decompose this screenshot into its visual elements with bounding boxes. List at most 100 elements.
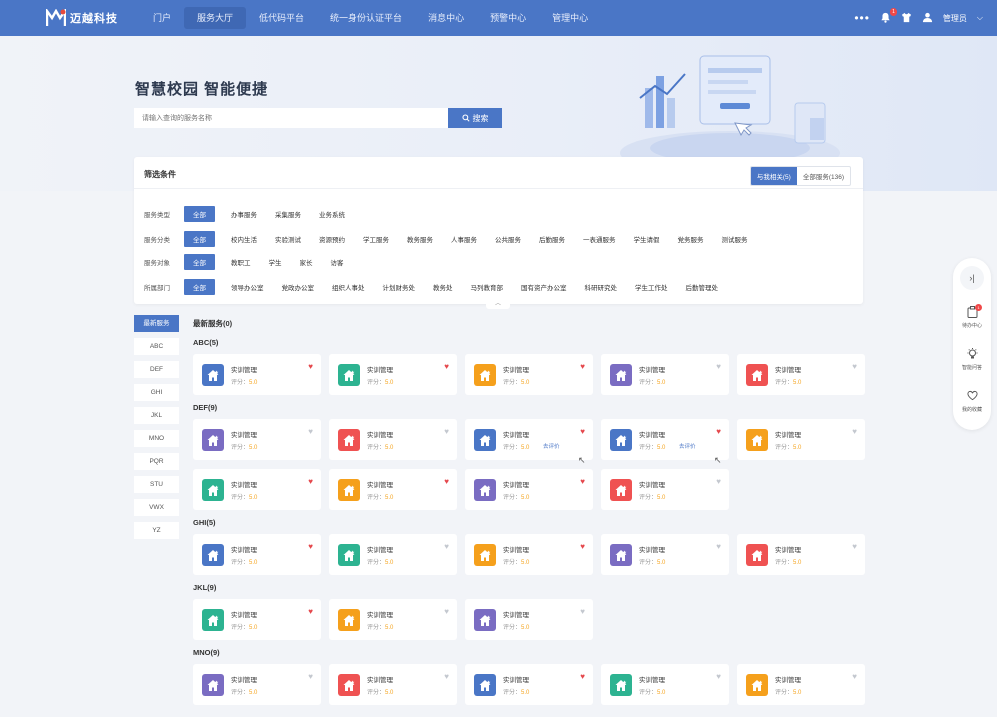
filter-option[interactable]: 马列教育部: [471, 282, 504, 292]
filter-option[interactable]: 访客: [331, 257, 344, 267]
letter-index-item[interactable]: GHI: [134, 384, 179, 401]
filter-option[interactable]: 后勤管理处: [686, 282, 719, 292]
service-card[interactable]: 实训管理 评分：5.0 ♥: [329, 469, 457, 510]
favorite-heart-icon[interactable]: ♥: [580, 428, 585, 436]
filter-option[interactable]: 科研研究处: [585, 282, 618, 292]
favorite-heart-icon[interactable]: ♥: [444, 673, 449, 681]
filter-option[interactable]: 全部: [184, 279, 215, 295]
favorite-heart-icon[interactable]: ♥: [444, 478, 449, 486]
service-card[interactable]: 实训管理 评分：5.0 ♥: [329, 664, 457, 705]
toggle-related[interactable]: 与我相关(5): [750, 167, 797, 185]
service-card[interactable]: 实训管理 评分：5.0 ♥: [737, 419, 865, 460]
filter-option[interactable]: 组织人事处: [332, 282, 365, 292]
service-card[interactable]: 实训管理 评分：5.0 ♥: [465, 664, 593, 705]
evaluate-link[interactable]: 去评价: [679, 442, 696, 450]
smart-qa[interactable]: 智能问答: [953, 348, 991, 371]
logo[interactable]: 迈越科技: [46, 9, 118, 27]
service-card[interactable]: 实训管理 评分：5.0 ♥: [193, 419, 321, 460]
favorite-heart-icon[interactable]: ♥: [308, 363, 313, 371]
chevron-down-icon[interactable]: ⌵: [977, 13, 983, 23]
letter-index-item[interactable]: JKL: [134, 407, 179, 424]
filter-option[interactable]: 党务服务: [678, 234, 704, 244]
favorite-heart-icon[interactable]: ♥: [308, 543, 313, 551]
bell-icon[interactable]: 1: [880, 7, 897, 25]
evaluate-link[interactable]: 去评价: [543, 442, 560, 450]
nav-item[interactable]: 低代码平台: [246, 0, 317, 36]
filter-option[interactable]: 全部: [184, 231, 215, 247]
filter-option[interactable]: 学生工作处: [635, 282, 668, 292]
shirt-icon[interactable]: [901, 12, 912, 25]
favorite-heart-icon[interactable]: ♥: [716, 543, 721, 551]
letter-index-item[interactable]: 最新服务: [134, 315, 179, 332]
filter-option[interactable]: 计划财务处: [383, 282, 416, 292]
service-card[interactable]: 实训管理 评分：5.0 ♥ 去评价: [601, 419, 729, 460]
favorite-heart-icon[interactable]: ♥: [580, 363, 585, 371]
favorite-heart-icon[interactable]: ♥: [852, 428, 857, 436]
favorite-heart-icon[interactable]: ♥: [580, 543, 585, 551]
nav-item[interactable]: 门户: [140, 0, 184, 36]
service-card[interactable]: 实训管理 评分：5.0 ♥: [465, 599, 593, 640]
collapse-sidebar-icon[interactable]: ›|: [960, 266, 984, 290]
filter-option[interactable]: 党政办公室: [282, 282, 315, 292]
favorite-heart-icon[interactable]: ♥: [580, 673, 585, 681]
favorite-heart-icon[interactable]: ♥: [308, 608, 313, 616]
service-card[interactable]: 实训管理 评分：5.0 ♥: [465, 534, 593, 575]
favorite-heart-icon[interactable]: ♥: [444, 608, 449, 616]
filter-option[interactable]: 家长: [300, 257, 313, 267]
letter-index-item[interactable]: VWX: [134, 499, 179, 516]
letter-index-item[interactable]: MNO: [134, 430, 179, 447]
favorite-heart-icon[interactable]: ♥: [580, 478, 585, 486]
service-card[interactable]: 实训管理 评分：5.0 ♥: [465, 354, 593, 395]
nav-item[interactable]: 预警中心: [477, 0, 539, 36]
filter-option[interactable]: 教务处: [433, 282, 453, 292]
todo-center[interactable]: 1 待办中心: [953, 304, 991, 329]
filter-option[interactable]: 业务系统: [319, 209, 345, 219]
letter-index-item[interactable]: STU: [134, 476, 179, 493]
filter-option[interactable]: 全部: [184, 206, 215, 222]
filter-option[interactable]: 教职工: [231, 257, 251, 267]
filter-option[interactable]: 领导办公室: [231, 282, 264, 292]
service-card[interactable]: 实训管理 评分：5.0 ♥: [193, 354, 321, 395]
letter-index-item[interactable]: PQR: [134, 453, 179, 470]
user-icon[interactable]: [922, 12, 933, 25]
favorite-heart-icon[interactable]: ♥: [444, 428, 449, 436]
service-card[interactable]: 实训管理 评分：5.0 ♥: [329, 419, 457, 460]
favorite-heart-icon[interactable]: ♥: [716, 478, 721, 486]
filter-option[interactable]: 一表通服务: [583, 234, 616, 244]
favorite-heart-icon[interactable]: ♥: [580, 608, 585, 616]
filter-option[interactable]: 校内生活: [231, 234, 257, 244]
service-card[interactable]: 实训管理 评分：5.0 ♥: [737, 354, 865, 395]
service-card[interactable]: 实训管理 评分：5.0 ♥: [329, 354, 457, 395]
collapse-filter-button[interactable]: ︿: [486, 299, 510, 309]
nav-item[interactable]: 服务大厅: [184, 7, 247, 29]
service-card[interactable]: 实训管理 评分：5.0 ♥: [601, 469, 729, 510]
favorite-heart-icon[interactable]: ♥: [716, 363, 721, 371]
filter-option[interactable]: 资源预约: [319, 234, 345, 244]
service-card[interactable]: 实训管理 评分：5.0 ♥: [601, 354, 729, 395]
service-card[interactable]: 实训管理 评分：5.0 ♥: [601, 664, 729, 705]
filter-option[interactable]: 学工服务: [363, 234, 389, 244]
filter-option[interactable]: 学生: [269, 257, 282, 267]
filter-option[interactable]: 采集服务: [275, 209, 301, 219]
more-icon[interactable]: •••: [854, 11, 870, 25]
service-card[interactable]: 实训管理 评分：5.0 ♥: [737, 534, 865, 575]
nav-item[interactable]: 消息中心: [415, 0, 477, 36]
filter-option[interactable]: 后勤服务: [539, 234, 565, 244]
service-card[interactable]: 实训管理 评分：5.0 ♥: [193, 599, 321, 640]
filter-option[interactable]: 国有资产办公室: [521, 282, 567, 292]
filter-option[interactable]: 实验测试: [275, 234, 301, 244]
letter-index-item[interactable]: ABC: [134, 338, 179, 355]
letter-index-item[interactable]: YZ: [134, 522, 179, 539]
service-card[interactable]: 实训管理 评分：5.0 ♥: [329, 599, 457, 640]
filter-option[interactable]: 全部: [184, 254, 215, 270]
my-favorites[interactable]: 我的收藏: [953, 390, 991, 413]
search-button[interactable]: 搜索: [448, 108, 502, 128]
favorite-heart-icon[interactable]: ♥: [716, 673, 721, 681]
letter-index-item[interactable]: DEF: [134, 361, 179, 378]
favorite-heart-icon[interactable]: ♥: [716, 428, 721, 436]
filter-option[interactable]: 公共服务: [495, 234, 521, 244]
filter-option[interactable]: 办事服务: [231, 209, 257, 219]
favorite-heart-icon[interactable]: ♥: [852, 363, 857, 371]
filter-option[interactable]: 教务服务: [407, 234, 433, 244]
toggle-all-services[interactable]: 全部服务(136): [797, 167, 850, 185]
